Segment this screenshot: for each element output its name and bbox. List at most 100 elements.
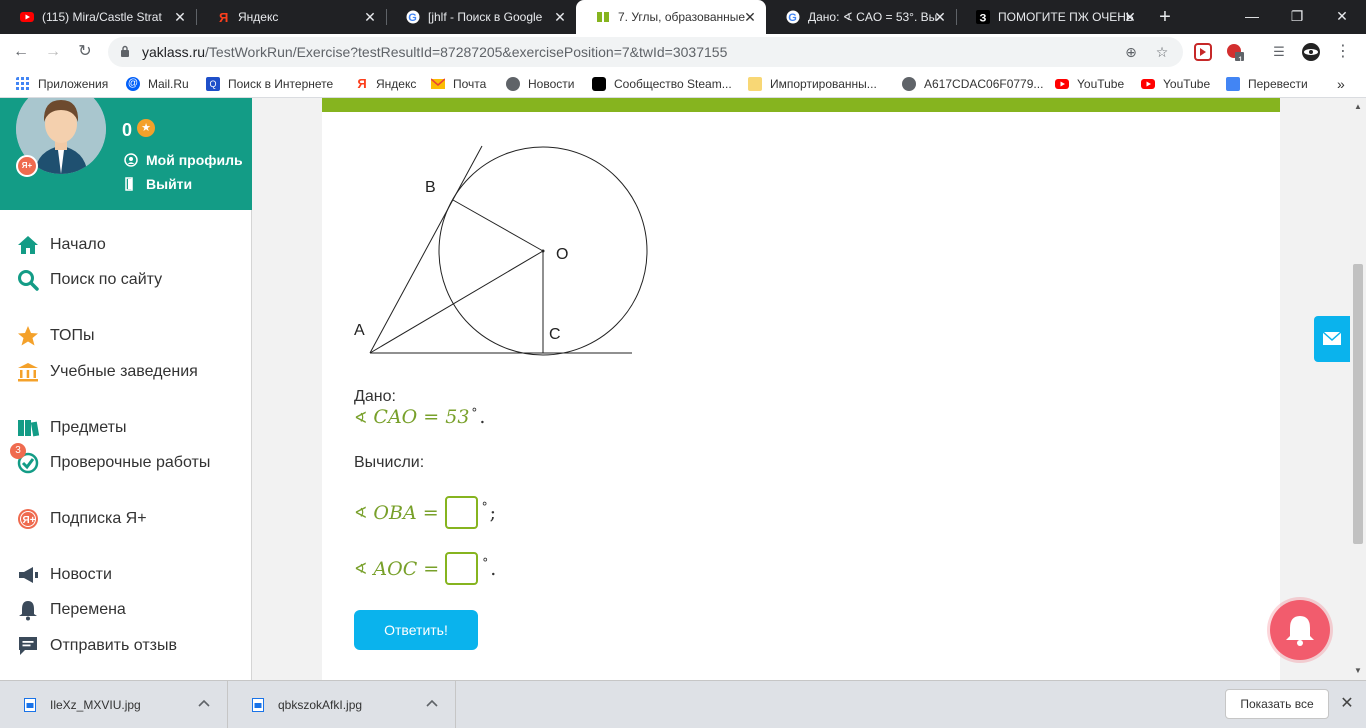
reading-list-icon[interactable]: ☰ [1270,43,1288,61]
browser-tab-yaklass-active[interactable]: 7. Углы, образованные ✕ [576,0,766,34]
sidebar-item-home[interactable]: Начало [16,233,106,257]
browser-tab-yandex[interactable]: Я Яндекс ✕ [196,0,386,34]
page-scrollbar[interactable]: ▲ ▼ [1350,98,1366,680]
bookmark-mailru[interactable]: @ Mail.Ru [126,76,189,92]
star-icon: ★ [137,119,155,137]
extension-red-icon[interactable]: 1 [1226,43,1244,65]
compute-label: Вычисли: [354,454,425,471]
tab-title: ПОМОГИТЕ ПЖ ОЧЕНЬ [998,10,1134,24]
my-profile-link[interactable]: Мой профиль [124,152,243,168]
sidebar-item-search[interactable]: Поиск по сайту [16,268,162,292]
close-window-button[interactable]: ✕ [1328,4,1356,28]
sidebar-item-news[interactable]: Новости [16,563,112,587]
sidebar: Я+ 0 ★ Мой профиль Выйти Начало Поиск по… [0,98,252,680]
bookmark-translate[interactable]: Перевести [1226,76,1308,92]
answer-input-aoc[interactable] [445,552,479,585]
user-circle-icon [124,153,138,167]
forward-button[interactable]: → [42,41,64,63]
close-icon[interactable]: ✕ [1122,9,1138,25]
downloads-bar: IleXz_MXVIU.jpg qbkszokAfkI.jpg Показать… [0,680,1366,728]
star-icon [18,326,38,346]
sidebar-item-subscription[interactable]: Я+ Подписка Я+ [16,507,147,531]
translate-icon [1226,77,1240,91]
tab-title: Дано: ∢ CAO = 53°. Вы [808,10,938,24]
given-expression: ∢ CAO = 53 ° . [354,406,486,428]
close-icon[interactable]: ✕ [172,9,188,25]
tab-title: 7. Углы, образованные [618,10,746,24]
answer-input-oba[interactable] [444,496,478,529]
close-icon[interactable]: ✕ [362,9,378,25]
bookmark-steam[interactable]: Сообщество Steam... [592,76,732,92]
bookmark-hash[interactable]: A617CDAC06F0779... [902,76,1043,92]
search-icon: Q [206,77,220,91]
yaklass-icon [597,12,609,22]
close-icon[interactable]: ✕ [1338,695,1356,713]
bookmark-imported-folder[interactable]: Импортированны... [748,76,877,92]
sidebar-item-institutions[interactable]: Учебные заведения [16,360,198,384]
bookmark-yandex[interactable]: Я Яндекс [356,76,416,92]
menu-kebab-icon[interactable]: ⋮ [1334,43,1352,61]
bookmark-news[interactable]: Новости [506,76,574,92]
chevron-up-icon[interactable] [425,697,439,711]
svg-text:G: G [408,12,417,24]
close-icon[interactable]: ✕ [932,9,948,25]
feedback-mail-button[interactable] [1314,316,1350,362]
scrollbar-thumb[interactable] [1353,264,1363,544]
scroll-down-icon[interactable]: ▼ [1353,666,1363,676]
yaplus-icon: Я+ [18,509,38,529]
youtube-icon [20,12,34,22]
logout-link[interactable]: Выйти [124,176,192,192]
close-icon[interactable]: ✕ [552,9,568,25]
bookmark-apps[interactable]: Приложения [16,76,108,92]
restore-window-button[interactable]: ❐ [1283,4,1311,28]
sidebar-item-feedback[interactable]: Отправить отзыв [16,634,177,658]
bookmark-youtube-1[interactable]: YouTube [1055,76,1124,92]
browser-tab-google-search[interactable]: G [jhlf - Поиск в Google ✕ [386,0,576,34]
close-icon[interactable]: ✕ [742,9,758,25]
address-bar[interactable]: yaklass.ru/TestWorkRun/Exercise?testResu… [108,37,1183,67]
label-b: B [425,179,436,196]
label-a: A [354,322,365,339]
books-icon [18,420,40,437]
sidebar-item-tops[interactable]: ТОПы [16,324,95,348]
submit-answer-button[interactable]: Ответить! [354,610,478,650]
sidebar-item-subjects[interactable]: Предметы [16,416,126,440]
minimize-window-button[interactable]: — [1238,4,1266,28]
google-icon: G [406,10,420,24]
bell-icon [1286,616,1314,646]
svg-text:Я+: Я+ [23,515,36,526]
back-button[interactable]: ← [10,41,32,63]
youtube-icon [1055,79,1069,89]
browser-tab-google-question[interactable]: G Дано: ∢ CAO = 53°. Вы ✕ [766,0,956,34]
logout-icon [125,177,133,191]
download-item[interactable]: IleXz_MXVIU.jpg [0,681,228,728]
points-count: 0 [122,120,133,140]
bookmark-search[interactable]: Q Поиск в Интернете [206,76,333,92]
extension-icon[interactable] [1194,43,1212,61]
envelope-icon [1322,331,1342,345]
sidebar-item-tests[interactable]: 3 Проверочные работы [10,443,210,475]
svg-text:Я: Я [219,10,228,24]
youtube-icon [1141,79,1155,89]
browser-tab-strip: (115) Mira/Castle Strat ✕ Я Яндекс ✕ G [… [0,0,1366,34]
sidebar-item-break[interactable]: Перемена [16,598,126,622]
bookmarks-overflow-icon[interactable]: » [1337,76,1345,92]
scroll-up-icon[interactable]: ▲ [1353,102,1363,112]
bookmark-mail[interactable]: Почта [431,76,486,92]
card-top-bar [322,98,1280,112]
browser-tab-youtube[interactable]: (115) Mira/Castle Strat ✕ [0,0,196,34]
download-item[interactable]: qbkszokAfkI.jpg [228,681,456,728]
add-icon[interactable]: ⊕ [1122,43,1140,61]
exercise-card: B O A C Дано: ∢ CAO = 53 ° . Вычисли: ∢ … [322,98,1280,680]
bookmark-youtube-2[interactable]: YouTube [1141,76,1210,92]
browser-tab-znanija[interactable]: З ПОМОГИТЕ ПЖ ОЧЕНЬ ✕ [956,0,1146,34]
megaphone-icon [19,567,38,583]
new-tab-button[interactable]: + [1154,6,1176,28]
show-all-downloads-button[interactable]: Показать все [1225,689,1329,719]
user-avatar-icon[interactable] [1302,43,1320,61]
notifications-button[interactable] [1270,600,1330,660]
bookmark-star-icon[interactable]: ☆ [1153,43,1171,61]
chevron-up-icon[interactable] [197,697,211,711]
folder-icon [748,77,762,91]
reload-button[interactable]: ↻ [74,41,96,63]
